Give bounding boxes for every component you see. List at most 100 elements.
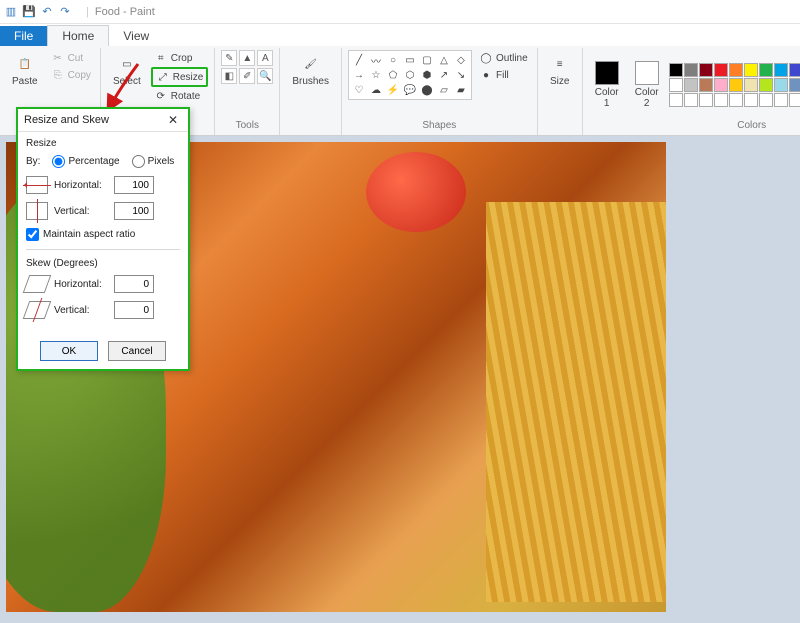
palette-swatch[interactable] (669, 93, 683, 107)
palette-swatch[interactable] (684, 93, 698, 107)
copy-icon: ⎘ (51, 68, 65, 82)
fill-shape-icon: ● (479, 68, 493, 82)
cancel-button[interactable]: Cancel (108, 341, 166, 361)
text-icon[interactable]: A (257, 50, 273, 66)
close-button[interactable]: ✕ (164, 113, 182, 127)
undo-icon[interactable]: ↶ (40, 5, 54, 19)
resize-v-label: Vertical: (54, 206, 108, 217)
palette-swatch[interactable] (699, 78, 713, 92)
palette-swatch[interactable] (729, 93, 743, 107)
palette-swatch[interactable] (744, 78, 758, 92)
rotate-button[interactable]: ⟳Rotate (151, 88, 209, 104)
palette-swatch[interactable] (729, 78, 743, 92)
group-label (309, 120, 312, 133)
resize-h-label: Horizontal: (54, 180, 108, 191)
ok-button[interactable]: OK (40, 341, 98, 361)
color-palette[interactable] (669, 63, 800, 107)
skew-h-icon (23, 275, 52, 293)
palette-swatch[interactable] (684, 78, 698, 92)
palette-swatch[interactable] (729, 63, 743, 77)
color1-swatch (595, 61, 619, 85)
skew-v-input[interactable] (114, 301, 154, 319)
maintain-aspect-label: Maintain aspect ratio (43, 229, 135, 240)
resize-h-input[interactable] (114, 176, 154, 194)
select-icon: ▭ (117, 54, 137, 74)
resize-skew-dialog: Resize and Skew ✕ Resize By: Percentage … (16, 107, 190, 371)
cut-button[interactable]: ✂Cut (48, 50, 94, 66)
group-colors: Color 1 Color 2 🎨 Edit colors ❖ Edit wit… (583, 48, 800, 135)
palette-swatch[interactable] (699, 63, 713, 77)
resize-h-icon (26, 176, 48, 194)
palette-swatch[interactable] (759, 78, 773, 92)
tab-file[interactable]: File (0, 26, 47, 46)
brushes-button[interactable]: 🖌 Brushes (286, 50, 335, 91)
save-icon[interactable]: 💾 (22, 5, 36, 19)
color2-swatch (635, 61, 659, 85)
group-size: ≡ Size (538, 48, 583, 135)
palette-swatch[interactable] (669, 63, 683, 77)
tab-view[interactable]: View (109, 26, 163, 46)
palette-swatch[interactable] (714, 93, 728, 107)
shapes-gallery[interactable]: ╱〰○▭▢△◇ →☆⬠⬡⬢↗↘ ♡☁⚡💬⬤▱▰ (348, 50, 472, 100)
skew-v-label: Vertical: (54, 305, 108, 316)
outline-icon: ◯ (479, 51, 493, 65)
palette-swatch[interactable] (714, 78, 728, 92)
palette-swatch[interactable] (744, 93, 758, 107)
canvas-decor (366, 152, 466, 232)
group-tools: ✎ ▲ A ◧ ✐ 🔍 Tools (215, 48, 280, 135)
size-icon: ≡ (550, 54, 570, 74)
resize-v-input[interactable] (114, 202, 154, 220)
dialog-title: Resize and Skew (24, 114, 109, 126)
skew-v-icon (23, 301, 52, 319)
palette-swatch[interactable] (669, 78, 683, 92)
palette-swatch[interactable] (789, 63, 800, 77)
shape-fill-button[interactable]: ●Fill (476, 67, 531, 83)
zoom-icon[interactable]: 🔍 (257, 68, 273, 84)
palette-swatch[interactable] (774, 63, 788, 77)
color2-button[interactable]: Color 2 (629, 57, 665, 113)
palette-swatch[interactable] (759, 93, 773, 107)
pencil-icon[interactable]: ✎ (221, 50, 237, 66)
palette-swatch[interactable] (774, 93, 788, 107)
palette-swatch[interactable] (744, 63, 758, 77)
resize-button[interactable]: ⤢Resize (151, 67, 209, 87)
fill-icon[interactable]: ▲ (239, 50, 255, 66)
palette-swatch[interactable] (714, 63, 728, 77)
group-shapes: ╱〰○▭▢△◇ →☆⬠⬡⬢↗↘ ♡☁⚡💬⬤▱▰ ◯Outline ●Fill S… (342, 48, 538, 135)
title-bar: ▥ 💾 ↶ ↷ | Food - Paint (0, 0, 800, 24)
copy-button[interactable]: ⎘Copy (48, 67, 94, 83)
by-label: By: (26, 156, 40, 167)
paste-button[interactable]: 📋 Paste (6, 50, 44, 91)
eraser-icon[interactable]: ◧ (221, 68, 237, 84)
color1-button[interactable]: Color 1 (589, 57, 625, 113)
crop-icon: ⌗ (154, 51, 168, 65)
group-label: Colors (737, 120, 766, 133)
group-label: Tools (236, 120, 259, 133)
radio-percentage[interactable]: Percentage (52, 155, 119, 168)
resize-icon: ⤢ (156, 70, 170, 84)
radio-pixels[interactable]: Pixels (132, 155, 175, 168)
qat-icon: ▥ (4, 5, 18, 19)
crop-button[interactable]: ⌗Crop (151, 50, 209, 66)
size-button[interactable]: ≡ Size (544, 50, 576, 91)
divider: | (86, 6, 89, 18)
picker-icon[interactable]: ✐ (239, 68, 255, 84)
select-button[interactable]: ▭ Select (107, 50, 147, 91)
maintain-aspect-checkbox[interactable] (26, 228, 39, 241)
palette-swatch[interactable] (774, 78, 788, 92)
outline-button[interactable]: ◯Outline (476, 50, 531, 66)
group-label (558, 120, 561, 133)
palette-swatch[interactable] (759, 63, 773, 77)
palette-swatch[interactable] (699, 93, 713, 107)
palette-swatch[interactable] (789, 78, 800, 92)
redo-icon[interactable]: ↷ (58, 5, 72, 19)
resize-v-icon (26, 202, 48, 220)
group-brushes: 🖌 Brushes (280, 48, 342, 135)
skew-section-label: Skew (Degrees) (26, 258, 180, 269)
palette-swatch[interactable] (789, 93, 800, 107)
skew-h-input[interactable] (114, 275, 154, 293)
brush-icon: 🖌 (301, 54, 321, 74)
palette-swatch[interactable] (684, 63, 698, 77)
skew-h-label: Horizontal: (54, 279, 108, 290)
tab-home[interactable]: Home (47, 25, 109, 46)
